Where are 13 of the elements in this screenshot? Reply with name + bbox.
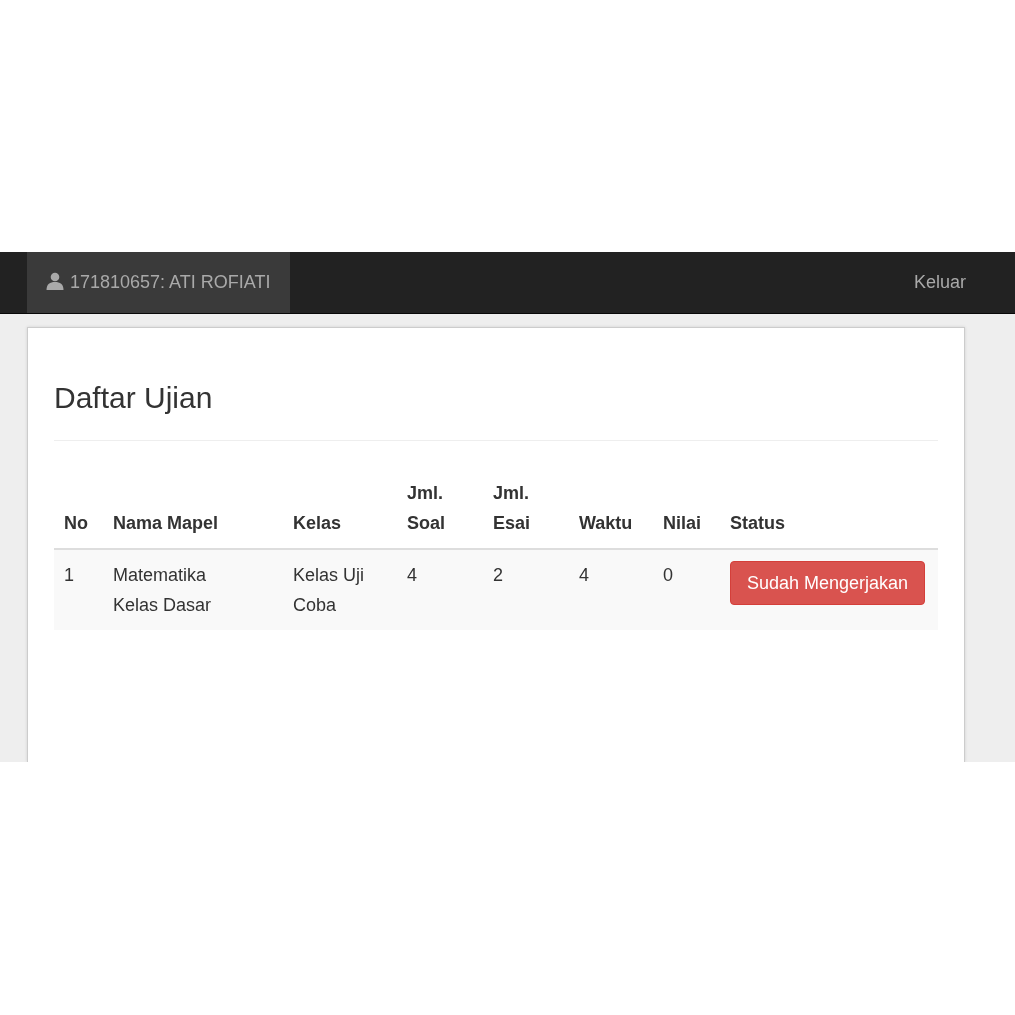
table-cell: 2 [483, 549, 569, 630]
logout-link[interactable]: Keluar [893, 252, 986, 313]
user-name: 171810657: ATI ROFIATI [70, 272, 271, 293]
table-cell: Kelas Uji Coba [283, 549, 397, 630]
table-cell: 1 [54, 549, 103, 630]
table-cell: Matematika Kelas Dasar [103, 549, 283, 630]
table-cell: 4 [397, 549, 483, 630]
user-nav-item[interactable]: 171810657: ATI ROFIATI [27, 252, 291, 313]
table-cell: 4 [569, 549, 653, 630]
table-cell: 0 [653, 549, 720, 630]
status-button[interactable]: Sudah Mengerjakan [730, 561, 926, 605]
user-icon [46, 271, 64, 290]
page-title: Daftar Ujian [54, 381, 214, 414]
